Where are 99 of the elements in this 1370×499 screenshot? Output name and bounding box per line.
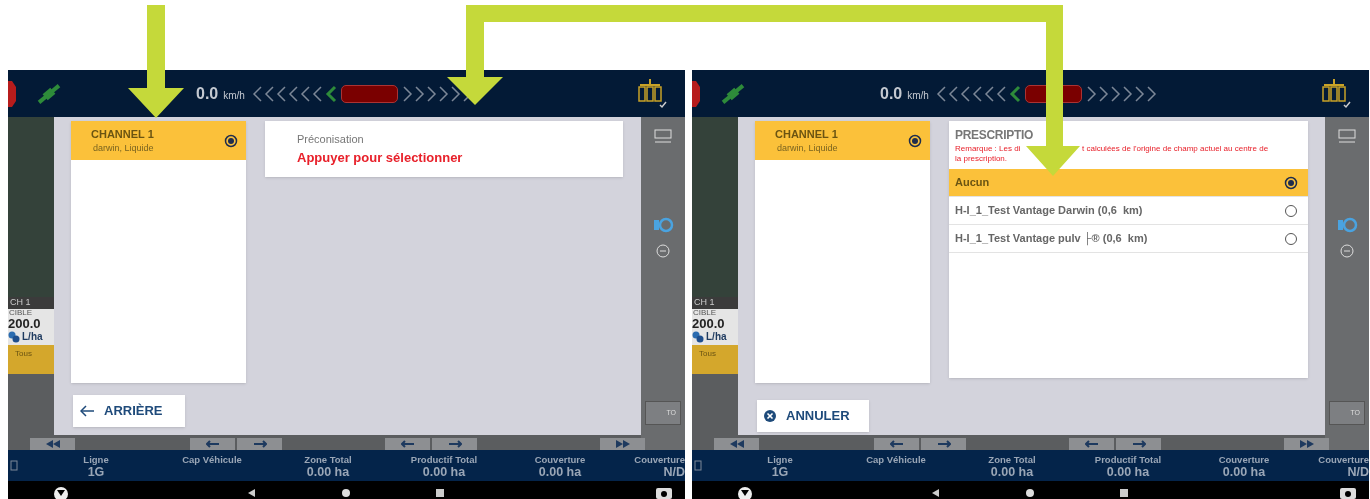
stat-label: Couverture: [534, 452, 586, 466]
arrow-icon[interactable]: [252, 440, 267, 449]
prescription-field[interactable]: Préconisation Appuyer pour sélectionner: [265, 121, 623, 177]
stat-label: Couverture: [1218, 452, 1270, 466]
arrow-icon[interactable]: [936, 440, 951, 449]
fast-arrow-icon[interactable]: [615, 440, 630, 449]
option-label: Aucun: [955, 175, 990, 191]
device-icon: [10, 460, 18, 471]
home-icon[interactable]: [341, 488, 351, 498]
back-arrow-icon: [80, 405, 94, 417]
target-label: CIBLE: [692, 309, 718, 317]
remark-text: la prescription.: [954, 154, 1009, 164]
stat-label: Ligne: [83, 452, 109, 466]
channel-product: darwin, Liquide: [776, 142, 838, 155]
stat-value: 1G: [771, 465, 789, 479]
back-icon[interactable]: [247, 488, 257, 498]
stop-icon[interactable]: [8, 78, 16, 109]
prescription-option[interactable]: H-I_1_Test Vantage pulv ├® (0,6 km): [949, 225, 1308, 253]
arrow-icon[interactable]: [205, 440, 220, 449]
implement-icon[interactable]: [1319, 76, 1352, 111]
channel-item[interactable]: CHANNEL 1 darwin, Liquide: [71, 121, 246, 160]
radio-button[interactable]: [1284, 231, 1298, 246]
stat-label: Couverture: [634, 452, 685, 466]
stat-label: Cap Véhicule: [866, 452, 926, 466]
option-label: H-I_1_Test Vantage Darwin (0,6 km): [955, 203, 1143, 219]
remark-text: Remarque : Les di: [955, 144, 1022, 154]
arrow-icon[interactable]: [1131, 440, 1146, 449]
stat-value: 0.00 ha: [990, 465, 1034, 479]
section-button[interactable]: Tous: [8, 345, 54, 374]
stat-value: 0.00 ha: [538, 465, 582, 479]
target-value: 200.0: [692, 317, 726, 331]
stat-label: Couverture: [1318, 452, 1369, 466]
back-icon[interactable]: [931, 488, 941, 498]
stat-value: 0.00 ha: [1106, 465, 1150, 479]
stat-label: Zone Total: [988, 452, 1036, 466]
stat-value: 1G: [87, 465, 105, 479]
radio-button[interactable]: [908, 133, 922, 148]
field-icon[interactable]: [1336, 127, 1358, 145]
stat-label: Cap Véhicule: [182, 452, 242, 466]
footer-button[interactable]: ANNULER: [757, 400, 869, 432]
implement-icon[interactable]: [635, 76, 668, 111]
arrow-icon[interactable]: [447, 440, 462, 449]
speed-unit: km/h: [907, 89, 929, 103]
power-icon[interactable]: [652, 216, 674, 234]
radio-button[interactable]: [1284, 175, 1298, 190]
field-label: Préconisation: [297, 132, 365, 147]
power-icon[interactable]: [1336, 216, 1358, 234]
fast-arrow-icon[interactable]: [1299, 440, 1314, 449]
app-icon[interactable]: [53, 485, 69, 499]
channel-item[interactable]: CHANNEL 1 darwin, Liquide: [755, 121, 930, 160]
footer-button[interactable]: ARRIÈRE: [73, 395, 185, 427]
field-icon[interactable]: [652, 127, 674, 145]
camera-icon[interactable]: [1339, 485, 1357, 499]
arrow-icon[interactable]: [889, 440, 904, 449]
target-unit: L/ha: [22, 331, 43, 343]
target-value: 200.0: [8, 317, 42, 331]
chevrons-icon: [934, 84, 1023, 103]
arrow-icon[interactable]: [400, 440, 415, 449]
device-icon: [694, 460, 702, 471]
chevrons-icon: [250, 84, 339, 103]
panel-title: PRESCRIPTIO: [954, 127, 1035, 142]
prescription-option[interactable]: Aucun: [949, 169, 1308, 197]
app-icon[interactable]: [737, 485, 753, 499]
home-icon[interactable]: [1025, 488, 1035, 498]
droplets-icon: [8, 331, 20, 343]
cancel-icon: [764, 410, 776, 422]
radio-button[interactable]: [224, 133, 238, 148]
camera-icon[interactable]: [655, 485, 673, 499]
section-button[interactable]: Tous: [692, 345, 738, 374]
prescription-option[interactable]: H-I_1_Test Vantage Darwin (0,6 km): [949, 197, 1308, 225]
radio-button[interactable]: [1284, 203, 1298, 218]
fast-arrow-icon[interactable]: [45, 440, 60, 449]
stat-value: 0.00 ha: [306, 465, 350, 479]
speed-value: 0.0: [196, 83, 219, 104]
stat-label: Productif Total: [1094, 452, 1162, 466]
channel-name: CHANNEL 1: [91, 126, 154, 142]
option-label: H-I_1_Test Vantage pulv ├® (0,6 km): [955, 231, 1148, 247]
channel-product: darwin, Liquide: [92, 142, 154, 155]
stat-label: Productif Total: [410, 452, 478, 466]
speed-indicator: [340, 84, 398, 103]
target-label: CIBLE: [8, 309, 34, 317]
stat-label: Zone Total: [304, 452, 352, 466]
recents-icon[interactable]: [1119, 488, 1129, 498]
stat-value: N/D: [1347, 465, 1369, 479]
droplets-icon: [692, 331, 704, 343]
stat-value: 0.00 ha: [1222, 465, 1266, 479]
stat-value: 0.00 ha: [422, 465, 466, 479]
speed-value: 0.0: [880, 83, 903, 104]
stat-label: Ligne: [767, 452, 793, 466]
stop-icon[interactable]: [692, 78, 700, 109]
stat-value: N/D: [663, 465, 685, 479]
channel-name: CHANNEL 1: [775, 126, 838, 142]
arrow-icon[interactable]: [1084, 440, 1099, 449]
remark-text: t calculées de l'origine de champ actuel au centre de: [1082, 144, 1269, 154]
speed-unit: km/h: [223, 89, 245, 103]
field-value: Appuyer pour sélectionner: [297, 148, 464, 167]
target-unit: L/ha: [706, 331, 727, 343]
recents-icon[interactable]: [435, 488, 445, 498]
fast-arrow-icon[interactable]: [729, 440, 744, 449]
